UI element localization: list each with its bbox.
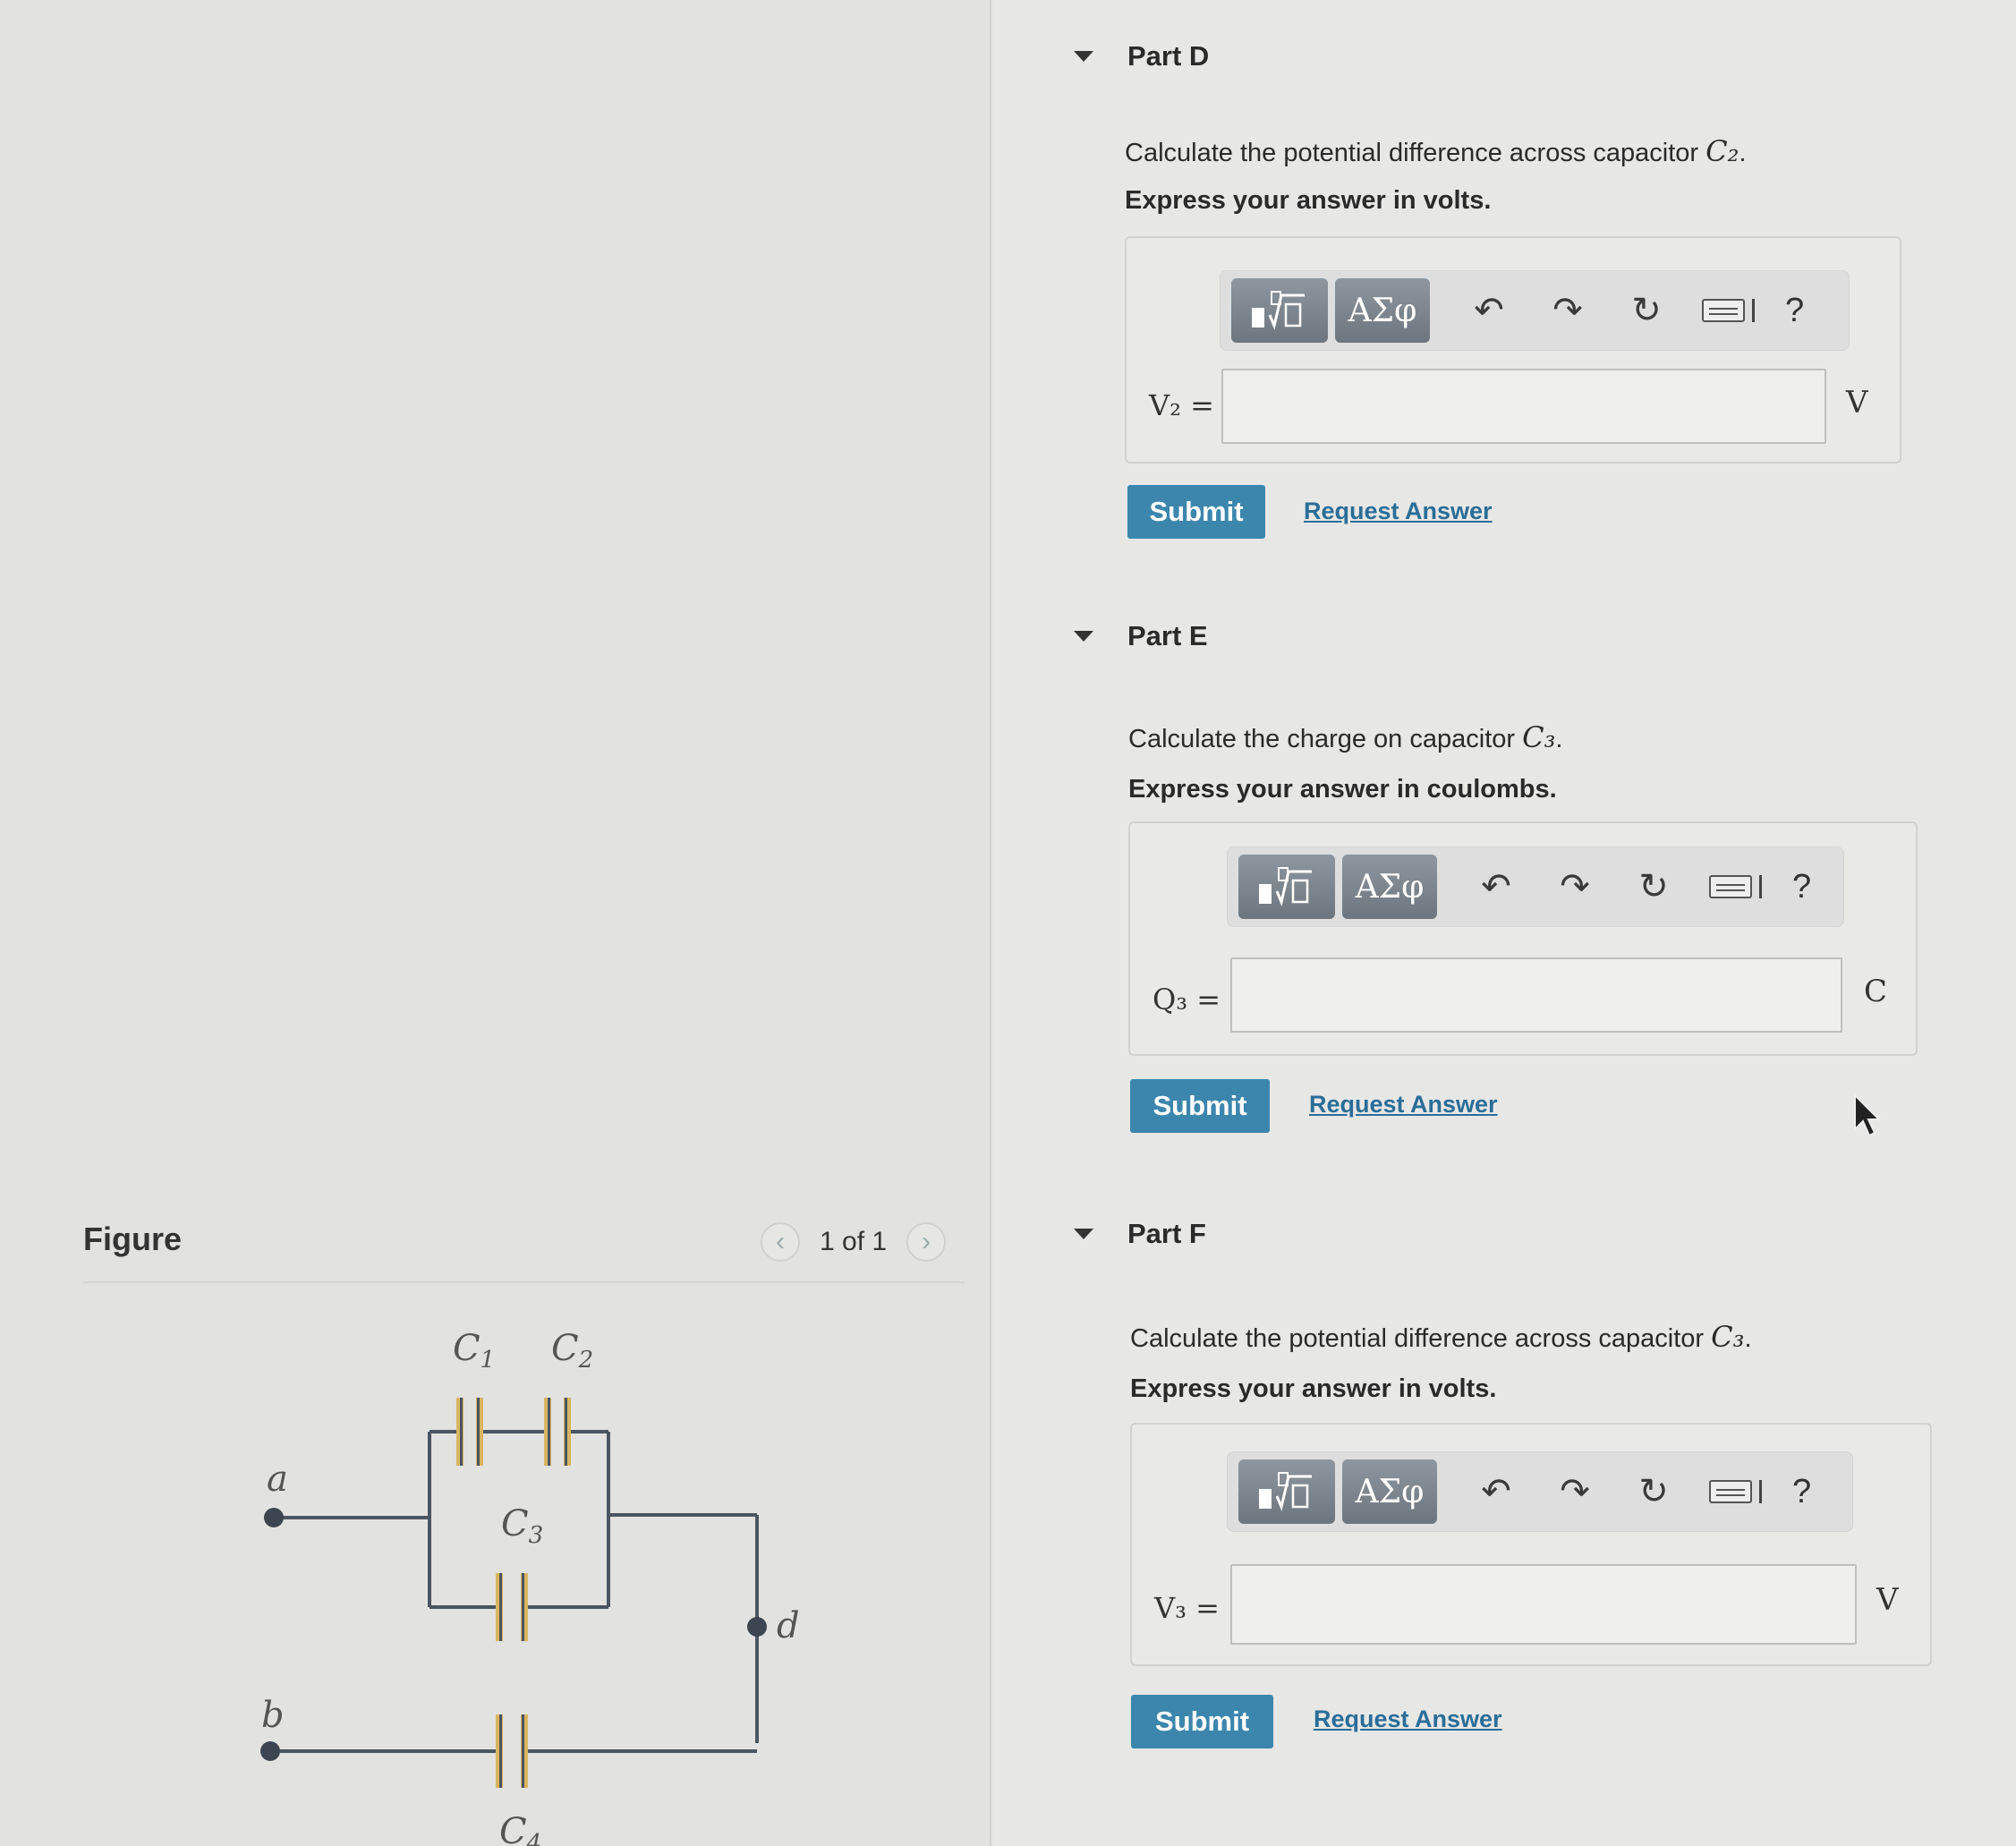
submit-button[interactable]: Submit [1131, 1695, 1273, 1748]
label-c2: C2 [551, 1328, 593, 1374]
greek-icon[interactable]: ΑΣφ [1335, 278, 1430, 343]
answer-input[interactable] [1221, 369, 1826, 444]
reset-icon[interactable]: ↻ [1627, 290, 1666, 331]
templates-icon[interactable] [1231, 278, 1328, 343]
reset-icon[interactable]: ↻ [1634, 1471, 1673, 1512]
keyboard-icon[interactable] [1709, 1480, 1752, 1503]
part-d-header[interactable]: Part D [1047, 0, 2016, 112]
label-b: b [261, 1695, 285, 1736]
figure-nav: ‹ 1 of 1 › [761, 1222, 947, 1262]
label-d: d [777, 1605, 800, 1646]
question-text: Calculate the charge on capacitor C₃. [1128, 720, 1563, 754]
divider [83, 1281, 965, 1283]
divider [1752, 299, 1755, 322]
request-answer-link[interactable]: Request Answer [1314, 1706, 1502, 1733]
question-text: Calculate the potential difference acros… [1130, 1320, 1752, 1354]
express-instruction: Express your answer in coulombs. [1128, 775, 1557, 804]
figure-title: Figure [83, 1221, 183, 1257]
unit-label: V [1876, 1582, 1899, 1618]
express-instruction: Express your answer in volts. [1125, 186, 1492, 215]
unit-label: V [1846, 385, 1868, 421]
help-icon[interactable]: ? [1792, 868, 1811, 906]
divider [1759, 875, 1762, 898]
submit-button[interactable]: Submit [1130, 1079, 1270, 1133]
greek-icon[interactable]: ΑΣφ [1342, 1459, 1437, 1524]
templates-icon[interactable] [1238, 855, 1335, 919]
figure-pane: Figure ‹ 1 of 1 › C1 C2 C3 C4 a b d [0, 0, 991, 1846]
part-title: Part E [1127, 619, 1208, 651]
question-text: Calculate the potential difference acros… [1125, 134, 1747, 168]
variable-label: V₂ = [1149, 388, 1214, 422]
part-e-header[interactable]: Part E [1047, 580, 2016, 692]
undo-icon[interactable]: ↶ [1476, 866, 1516, 907]
mouse-cursor-icon [1854, 1093, 1882, 1137]
submit-button[interactable]: Submit [1127, 485, 1265, 539]
answer-box: ΑΣφ ↶ ↷ ↻ ? V₂ = V [1125, 236, 1901, 464]
terminal-d [747, 1617, 767, 1637]
caret-down-icon[interactable] [1074, 1228, 1093, 1239]
caret-down-icon[interactable] [1074, 50, 1093, 62]
variable-label: V₃ = [1154, 1591, 1220, 1625]
redo-icon[interactable]: ↷ [1555, 866, 1595, 907]
request-answer-link[interactable]: Request Answer [1309, 1091, 1498, 1119]
label-c1: C1 [453, 1328, 495, 1374]
terminal-b [260, 1741, 280, 1761]
math-toolbar: ΑΣφ ↶ ↷ ↻ ? [1220, 270, 1850, 351]
templates-icon[interactable] [1238, 1459, 1335, 1524]
divider [1759, 1480, 1762, 1503]
chevron-right-icon[interactable]: › [906, 1222, 947, 1262]
keyboard-icon[interactable] [1709, 875, 1752, 898]
capacitor-c4 [496, 1714, 528, 1788]
chevron-left-icon[interactable]: ‹ [761, 1222, 800, 1262]
caret-down-icon[interactable] [1074, 630, 1093, 642]
reset-icon[interactable]: ↻ [1634, 866, 1673, 907]
capacitor-c1 [456, 1398, 483, 1466]
help-icon[interactable]: ? [1785, 292, 1804, 330]
unit-label: C [1864, 974, 1888, 1009]
label-c4: C4 [499, 1811, 541, 1846]
variable-label: Q₃ = [1153, 983, 1221, 1017]
undo-icon[interactable]: ↶ [1469, 290, 1509, 331]
help-icon[interactable]: ? [1792, 1473, 1811, 1511]
terminal-a [264, 1508, 284, 1527]
answer-input[interactable] [1230, 1564, 1857, 1645]
answer-box: ΑΣφ ↶ ↷ ↻ ? V₃ = V [1130, 1423, 1932, 1666]
capacitor-c3 [496, 1573, 528, 1641]
label-a: a [267, 1459, 288, 1500]
answer-box: ΑΣφ ↶ ↷ ↻ ? Q₃ = C [1128, 821, 1918, 1056]
math-toolbar: ΑΣφ ↶ ↷ ↻ ? [1227, 1451, 1853, 1532]
greek-icon[interactable]: ΑΣφ [1342, 855, 1437, 919]
undo-icon[interactable]: ↶ [1476, 1471, 1516, 1512]
capacitor-c2 [544, 1398, 571, 1466]
circuit-diagram: C1 C2 C3 C4 a b d [260, 1328, 800, 1846]
figure-counter: 1 of 1 [820, 1227, 888, 1256]
express-instruction: Express your answer in volts. [1130, 1374, 1497, 1403]
request-answer-link[interactable]: Request Answer [1304, 498, 1493, 525]
part-title: Part D [1127, 39, 1210, 72]
keyboard-icon[interactable] [1702, 299, 1745, 322]
part-f-header[interactable]: Part F [1047, 1178, 2016, 1289]
answer-input[interactable] [1230, 957, 1842, 1033]
part-title: Part F [1127, 1217, 1206, 1249]
math-toolbar: ΑΣφ ↶ ↷ ↻ ? [1227, 846, 1844, 927]
redo-icon[interactable]: ↷ [1548, 290, 1587, 331]
redo-icon[interactable]: ↷ [1555, 1471, 1595, 1512]
label-c3: C3 [501, 1503, 543, 1549]
